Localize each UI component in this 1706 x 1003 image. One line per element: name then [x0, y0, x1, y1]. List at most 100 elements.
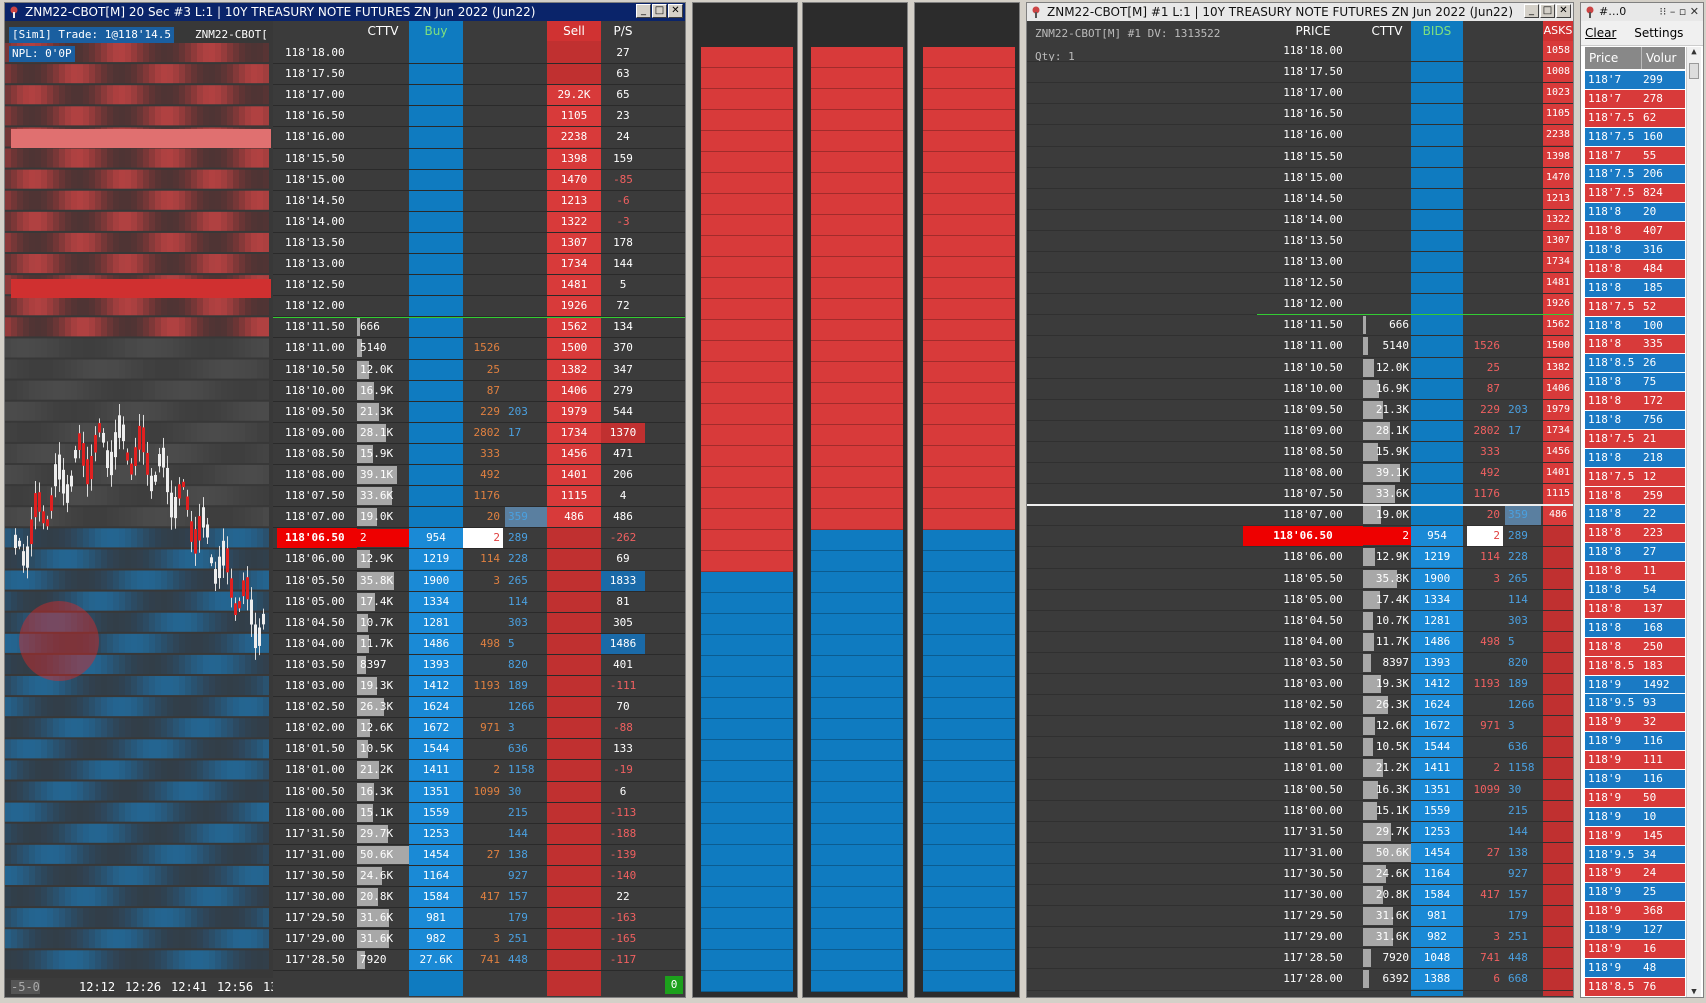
- price-cell[interactable]: 118'08.00: [1263, 463, 1363, 483]
- maximize-button[interactable]: □: [652, 4, 667, 18]
- left-window-titlebar[interactable]: ZNM22-CBOT[M] 20 Sec #3 L:1 | 10Y TREASU…: [5, 3, 685, 21]
- price-cell[interactable]: 118'05.50: [277, 571, 357, 591]
- sell-cell[interactable]: 1406: [547, 380, 601, 401]
- price-cell[interactable]: 118'03.00: [1263, 674, 1363, 694]
- price-cell[interactable]: 118'12.00: [1263, 294, 1363, 314]
- scroll-up-icon[interactable]: ▲: [1687, 47, 1701, 61]
- settings-menu[interactable]: Settings: [1634, 26, 1683, 40]
- sell-cell[interactable]: 1926: [547, 296, 601, 317]
- buy-cell[interactable]: 954: [409, 528, 463, 549]
- header-sell[interactable]: Sell: [547, 21, 601, 41]
- ask-cell[interactable]: 1734: [1543, 252, 1573, 272]
- buy-cell[interactable]: 1334: [409, 591, 463, 612]
- bid-cell[interactable]: 1388: [1411, 969, 1463, 990]
- header-price[interactable]: PRICE: [1263, 21, 1363, 41]
- ask-cell[interactable]: 1734: [1543, 420, 1573, 441]
- price-cell[interactable]: 118'15.00: [277, 170, 357, 190]
- price-cell[interactable]: 118'15.50: [277, 149, 357, 169]
- buy-cell[interactable]: 981: [409, 908, 463, 929]
- tape-header-price[interactable]: Price: [1585, 47, 1642, 69]
- bid-cell[interactable]: 1048: [1411, 948, 1463, 969]
- buy-cell[interactable]: 1584: [409, 887, 463, 907]
- price-cell[interactable]: 118'02.00: [1263, 716, 1363, 736]
- buy-cell[interactable]: 1411: [409, 760, 463, 781]
- bid-cell[interactable]: 1412: [1411, 674, 1463, 694]
- sell-cell[interactable]: 1481: [547, 275, 601, 296]
- header-ps[interactable]: P/S: [601, 21, 645, 41]
- price-cell[interactable]: 118'09.00: [277, 423, 357, 443]
- close-button[interactable]: ✕: [668, 4, 683, 18]
- bid-cell[interactable]: 982: [1411, 927, 1463, 948]
- ask-cell[interactable]: 1398: [1543, 146, 1573, 167]
- buy-cell[interactable]: 1351: [409, 781, 463, 802]
- price-cell[interactable]: 118'01.00: [1263, 758, 1363, 778]
- price-cell[interactable]: 117'30.50: [277, 866, 357, 886]
- price-cell[interactable]: 118'12.00: [277, 296, 357, 316]
- bid-cell[interactable]: 1351: [1411, 779, 1463, 800]
- price-cell[interactable]: 118'17.00: [1263, 83, 1363, 103]
- minimize-button[interactable]: _: [1524, 4, 1539, 18]
- ask-cell[interactable]: 1058: [1543, 41, 1573, 61]
- ask-cell[interactable]: 1382: [1543, 357, 1573, 378]
- price-cell[interactable]: 118'09.50: [277, 402, 357, 422]
- buy-cell[interactable]: 1559: [409, 802, 463, 823]
- price-chart[interactable]: [Sim1] Trade: 1@118'14.5 ZNM22-CBOT[ NPL…: [5, 21, 299, 996]
- price-cell[interactable]: 118'01.00: [277, 760, 357, 780]
- sell-cell[interactable]: 1115: [547, 486, 601, 507]
- right-window-titlebar[interactable]: ZNM22-CBOT[M] #1 L:1 | 10Y TREASURY NOTE…: [1027, 3, 1573, 21]
- price-cell[interactable]: 117'30.00: [277, 887, 357, 907]
- price-cell[interactable]: 118'05.50: [1263, 569, 1363, 589]
- price-cell[interactable]: 118'17.50: [1263, 62, 1363, 82]
- right-price-ladder[interactable]: PRICE CTTV BIDS ASKS 118'18.00 1058 118'17.50 1…: [1027, 21, 1573, 996]
- price-cell[interactable]: 118'03.50: [277, 655, 357, 675]
- price-cell[interactable]: 117'29.00: [277, 929, 357, 949]
- clear-menu[interactable]: Clear: [1585, 26, 1616, 40]
- bid-cell[interactable]: 1411: [1411, 758, 1463, 779]
- price-cell[interactable]: 118'10.50: [277, 360, 357, 380]
- price-cell[interactable]: 118'07.50: [1263, 484, 1363, 504]
- ask-cell[interactable]: 1481: [1543, 273, 1573, 294]
- price-cell[interactable]: 118'04.00: [1263, 632, 1363, 652]
- ask-cell[interactable]: 1322: [1543, 209, 1573, 230]
- bid-cell[interactable]: 1584: [1411, 885, 1463, 905]
- sell-cell[interactable]: 1456: [547, 443, 601, 464]
- price-cell[interactable]: 117'28.50: [1263, 948, 1363, 968]
- price-cell[interactable]: 117'31.50: [277, 824, 357, 844]
- price-cell[interactable]: 118'14.00: [1263, 210, 1363, 230]
- price-cell[interactable]: 118'13.50: [277, 233, 357, 253]
- price-cell[interactable]: 118'13.50: [1263, 231, 1363, 251]
- buy-cell[interactable]: 1544: [409, 739, 463, 760]
- price-cell[interactable]: 118'00.00: [1263, 801, 1363, 821]
- bid-cell[interactable]: 1454: [1411, 842, 1463, 863]
- ask-cell[interactable]: 1926: [1543, 294, 1573, 315]
- header-asks[interactable]: ASKS: [1543, 21, 1573, 41]
- price-cell[interactable]: 118'11.00: [1263, 336, 1363, 356]
- price-cell[interactable]: 118'00.00: [277, 803, 357, 823]
- bid-cell[interactable]: 1486: [1411, 631, 1463, 652]
- price-cell[interactable]: 118'08.50: [277, 444, 357, 464]
- bid-cell[interactable]: 1393: [1411, 652, 1463, 673]
- price-cell[interactable]: 118'02.00: [277, 718, 357, 738]
- bid-cell[interactable]: 981: [1411, 906, 1463, 927]
- price-cell[interactable]: 118'07.50: [277, 486, 357, 506]
- scroll-thumb[interactable]: [1689, 63, 1699, 79]
- window-controls-icon[interactable]: ⁝⁝ – ▫ ✕: [1659, 3, 1699, 21]
- header-cttv[interactable]: CTTV: [357, 21, 409, 41]
- price-cell[interactable]: 118'17.00: [277, 85, 357, 105]
- sell-cell[interactable]: 2238: [547, 127, 601, 148]
- buy-cell[interactable]: 1672: [409, 718, 463, 739]
- price-cell[interactable]: 118'16.50: [277, 106, 357, 126]
- ask-cell[interactable]: 1979: [1543, 399, 1573, 420]
- ask-cell[interactable]: 1401: [1543, 463, 1573, 483]
- price-cell[interactable]: 117'29.00: [1263, 927, 1363, 947]
- bid-cell[interactable]: 1164: [1411, 863, 1463, 884]
- price-cell[interactable]: 118'05.00: [1263, 590, 1363, 610]
- price-cell[interactable]: 117'28.50: [277, 950, 357, 970]
- sell-cell[interactable]: 1401: [547, 465, 601, 485]
- price-cell[interactable]: 118'01.50: [277, 739, 357, 759]
- price-cell[interactable]: 118'07.00: [277, 507, 357, 527]
- bid-cell[interactable]: 954: [1411, 526, 1463, 547]
- price-cell[interactable]: 118'00.50: [1263, 780, 1363, 800]
- minimize-button[interactable]: _: [636, 4, 651, 18]
- ask-cell[interactable]: 1307: [1543, 230, 1573, 251]
